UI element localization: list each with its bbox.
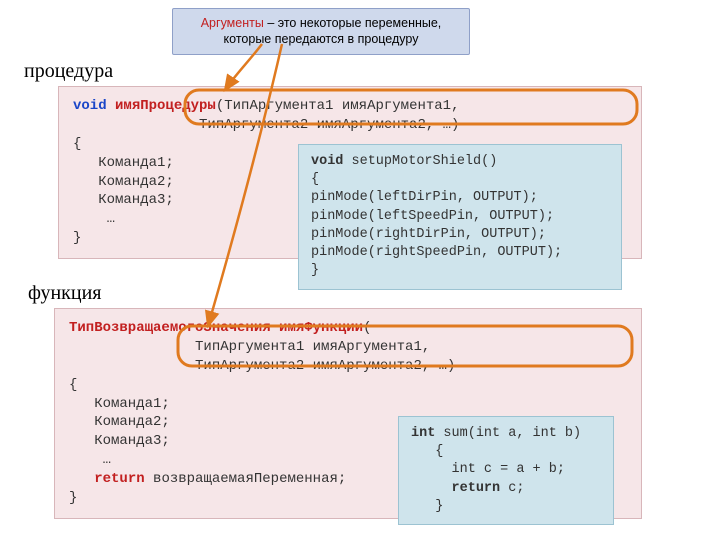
callout-highlight: Аргументы	[201, 16, 264, 30]
heading-procedure: процедура	[24, 60, 113, 83]
arguments-callout: Аргументы – это некоторые переменные, ко…	[172, 8, 470, 55]
heading-function: функция	[28, 282, 102, 305]
procedure-example: void setupMotorShield() { pinMode(leftDi…	[298, 144, 622, 290]
function-example: int sum(int a, int b) { int c = a + b; r…	[398, 416, 614, 525]
